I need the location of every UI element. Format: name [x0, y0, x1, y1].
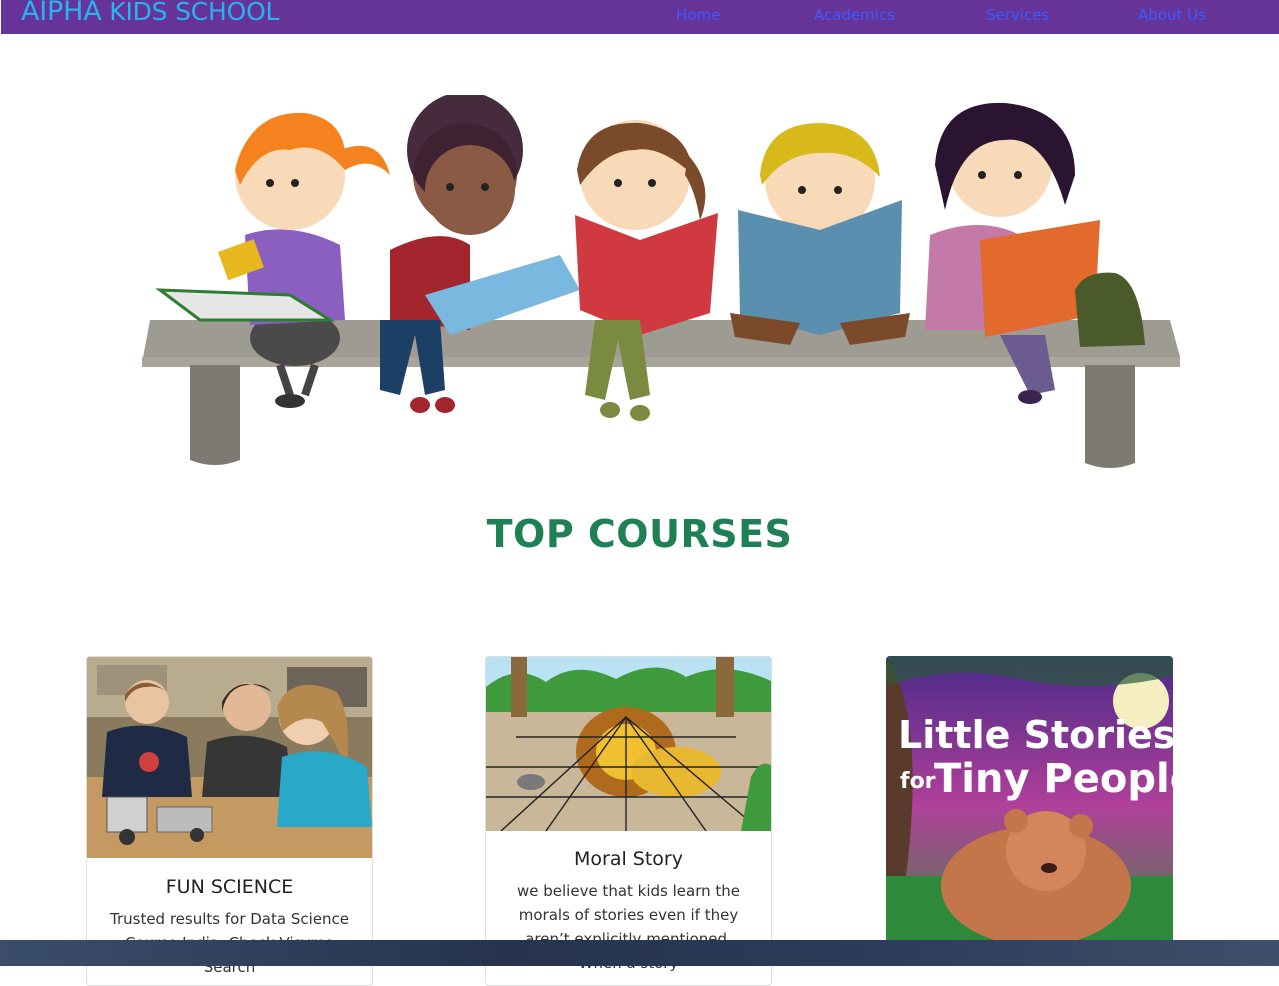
hero-kids-reading-illustration [142, 95, 1180, 468]
brand-big: AIPHA [21, 0, 102, 27]
brand-rest: KIDS SCHOOL [101, 0, 280, 26]
fun-science-image [87, 657, 372, 858]
cover-title-for: for [900, 769, 936, 794]
moral-story-image [486, 657, 771, 831]
brand-logo[interactable]: AIPHA KIDS SCHOOL [21, 0, 279, 27]
cover-title-line2: Tiny People [934, 756, 1173, 802]
little-stories-book-cover: Little Stories for Tiny People [886, 656, 1173, 956]
kid-4-figure [730, 123, 910, 345]
kid-3-figure [575, 120, 718, 421]
card-title-fun-science: FUN SCIENCE [165, 876, 294, 898]
cover-title-line1: Little Stories [898, 713, 1173, 757]
nav-services[interactable]: Services [986, 6, 1049, 24]
nav-about-us[interactable]: About Us [1138, 6, 1206, 24]
footer-background-strip [0, 940, 1279, 966]
course-card-moral-story[interactable]: Moral Story we believe that kids learn t… [485, 656, 772, 986]
nav-academics[interactable]: Academics [814, 6, 895, 24]
course-card-little-stories[interactable]: Little Stories for Tiny People [886, 656, 1173, 986]
top-courses-heading: TOP COURSES [486, 512, 793, 556]
top-navbar: AIPHA KIDS SCHOOL Home Academics Service… [1, 0, 1279, 34]
nav-home[interactable]: Home [676, 6, 720, 24]
course-card-fun-science[interactable]: FUN SCIENCE Trusted results for Data Sci… [86, 656, 373, 986]
card-title-moral-story: Moral Story [574, 848, 683, 870]
